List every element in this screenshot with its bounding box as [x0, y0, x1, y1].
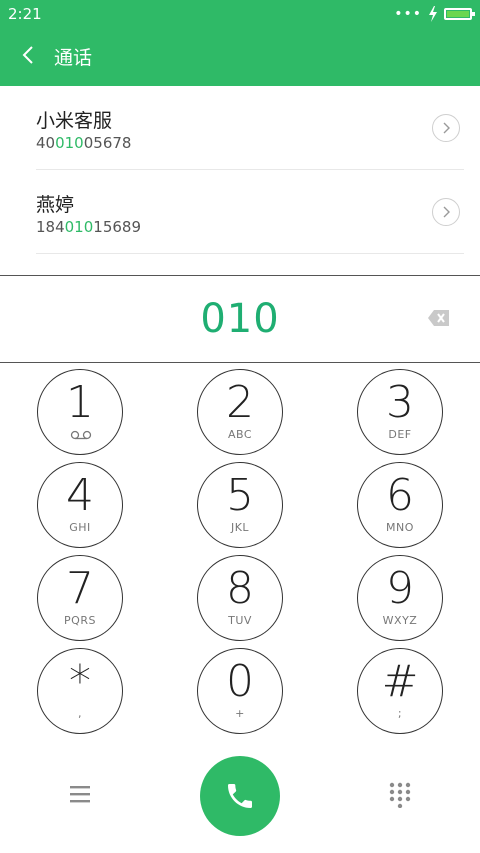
number-suffix: 15689	[93, 218, 141, 236]
key-letters: GHI	[69, 521, 91, 534]
status-indicators: •••	[394, 5, 475, 23]
key-digit: #	[381, 656, 419, 707]
key-letters: JKL	[230, 521, 250, 534]
contact-name: 燕婷	[36, 194, 75, 216]
voicemail-icon	[70, 430, 92, 440]
dialpad-icon[interactable]	[388, 782, 412, 808]
phone-icon	[228, 784, 252, 808]
key-star[interactable]: * ,	[37, 648, 123, 734]
key-digit: *	[69, 656, 91, 707]
key-4[interactable]: 4 GHI	[37, 462, 123, 548]
number-suffix: 05678	[83, 134, 132, 152]
key-digit: 6	[386, 470, 414, 521]
key-digit: 8	[226, 563, 254, 614]
chevron-right-icon	[443, 206, 450, 218]
key-letters: DEF	[388, 428, 412, 441]
number-prefix: 40	[36, 134, 56, 152]
key-2[interactable]: 2 ABC	[197, 369, 283, 455]
key-0[interactable]: 0 +	[197, 648, 283, 734]
contact-number: 4001005678	[36, 134, 131, 152]
dial-input-display: 010	[0, 275, 480, 363]
call-button[interactable]	[200, 756, 280, 836]
key-7[interactable]: 7 PQRS	[37, 555, 123, 641]
key-letters: PQRS	[64, 614, 96, 627]
key-digit: 9	[386, 563, 414, 614]
key-letters: ABC	[227, 428, 253, 441]
key-letters: ,	[78, 707, 82, 720]
menu-icon[interactable]	[68, 784, 92, 804]
key-letters: WXYZ	[382, 614, 418, 627]
lightning-icon	[429, 6, 437, 22]
battery-icon	[444, 8, 475, 20]
result-item[interactable]: 燕婷 18401015689	[0, 170, 480, 254]
key-digit: 5	[226, 470, 254, 521]
page-title: 通话	[54, 47, 93, 69]
more-dots: •••	[394, 6, 422, 22]
status-time: 2:21	[8, 5, 42, 23]
key-letters: MNO	[386, 521, 414, 534]
key-hash[interactable]: # ;	[357, 648, 443, 734]
key-9[interactable]: 9 WXYZ	[357, 555, 443, 641]
chevron-right-icon	[443, 122, 450, 134]
key-letters: TUV	[228, 614, 252, 627]
contact-name: 小米客服	[36, 110, 113, 132]
key-digit: 4	[66, 470, 94, 521]
divider	[36, 253, 464, 254]
key-letters: ;	[397, 707, 403, 720]
key-8[interactable]: 8 TUV	[197, 555, 283, 641]
key-6[interactable]: 6 MNO	[357, 462, 443, 548]
key-1[interactable]: 1	[37, 369, 123, 455]
contact-detail-button[interactable]	[432, 114, 460, 142]
dialed-number: 010	[200, 296, 280, 342]
key-digit: 0	[226, 656, 254, 707]
key-letters: +	[235, 707, 245, 720]
key-digit: 7	[66, 563, 94, 614]
number-prefix: 184	[36, 218, 65, 236]
key-digit: 2	[226, 377, 254, 428]
result-item[interactable]: 小米客服 4001005678	[0, 86, 480, 170]
search-results-list: 小米客服 4001005678 燕婷 18401015689	[0, 86, 480, 254]
key-digit: 3	[386, 377, 414, 428]
contact-number: 18401015689	[36, 218, 141, 236]
status-bar: 2:21 •••	[0, 0, 480, 28]
key-3[interactable]: 3 DEF	[357, 369, 443, 455]
back-arrow-icon[interactable]	[18, 44, 40, 66]
number-match: 010	[55, 134, 84, 152]
app-bar: 通话	[0, 28, 480, 86]
number-match: 010	[64, 218, 94, 236]
key-digit: 1	[66, 377, 94, 428]
backspace-icon[interactable]	[428, 309, 450, 327]
key-5[interactable]: 5 JKL	[197, 462, 283, 548]
contact-detail-button[interactable]	[432, 198, 460, 226]
